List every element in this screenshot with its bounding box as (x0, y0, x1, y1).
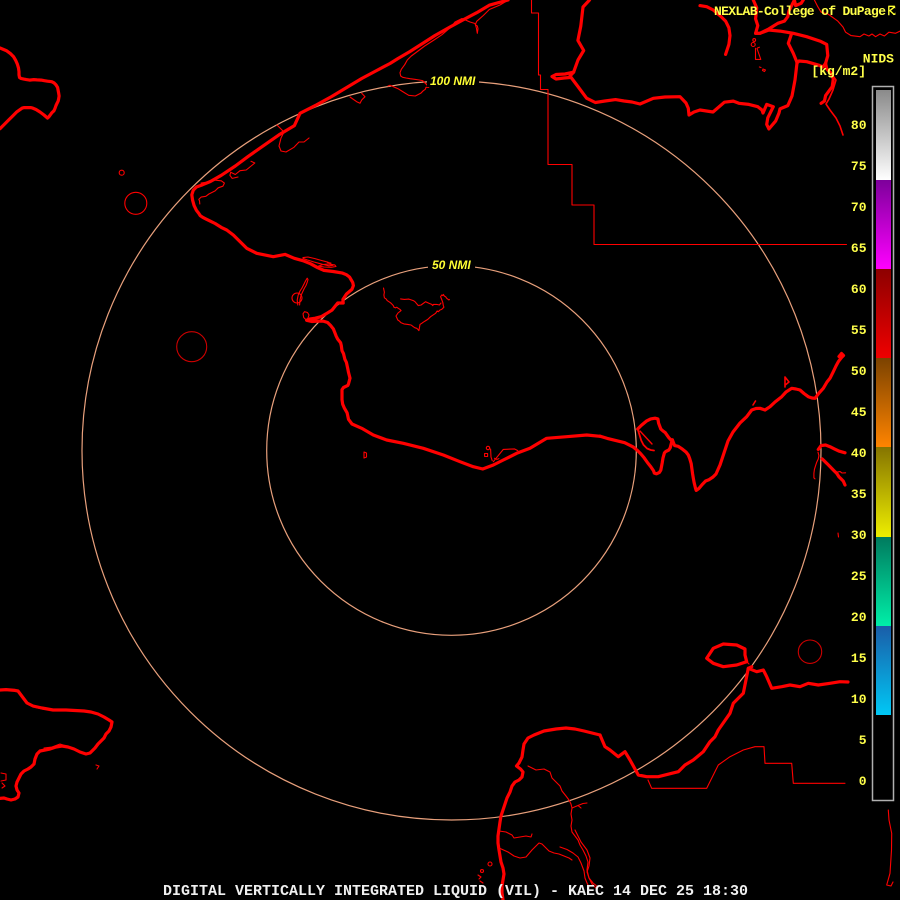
svg-text:60: 60 (851, 282, 867, 297)
svg-text:5: 5 (859, 733, 867, 748)
svg-text:70: 70 (851, 200, 867, 215)
svg-text:55: 55 (851, 323, 867, 338)
svg-text:100 NMI: 100 NMI (430, 74, 476, 88)
svg-text:DIGITAL VERTICALLY INTEGRATED: DIGITAL VERTICALLY INTEGRATED LIQUID (VI… (163, 883, 748, 900)
svg-text:50 NMI: 50 NMI (432, 258, 471, 272)
svg-text:80: 80 (851, 118, 867, 133)
svg-text:35: 35 (851, 487, 867, 502)
svg-text:25: 25 (851, 569, 867, 584)
svg-text:45: 45 (851, 405, 867, 420)
svg-text:NIDS: NIDS (863, 52, 894, 67)
svg-text:0: 0 (859, 774, 867, 789)
svg-text:[kg/m2]: [kg/m2] (811, 64, 866, 79)
svg-text:40: 40 (851, 446, 867, 461)
svg-text:30: 30 (851, 528, 867, 543)
svg-text:65: 65 (851, 241, 867, 256)
svg-text:NEXLAB-College of DuPage: NEXLAB-College of DuPage (714, 4, 886, 19)
svg-text:20: 20 (851, 610, 867, 625)
svg-text:10: 10 (851, 692, 867, 707)
svg-text:50: 50 (851, 364, 867, 379)
svg-text:15: 15 (851, 651, 867, 666)
svg-text:75: 75 (851, 159, 867, 174)
